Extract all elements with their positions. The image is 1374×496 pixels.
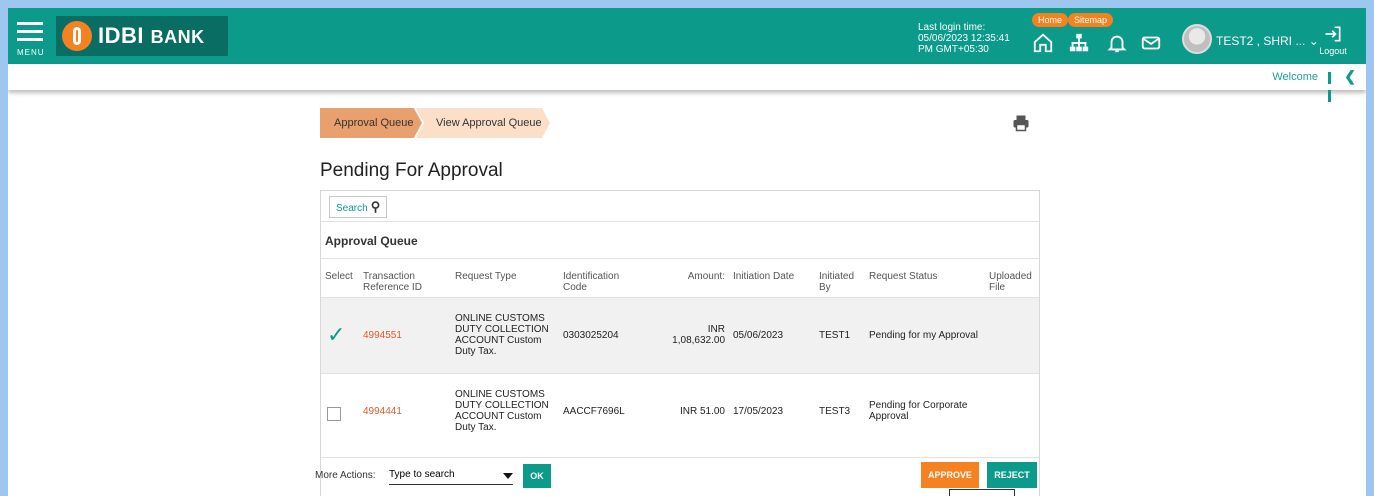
- search-button[interactable]: Search ⚲: [329, 196, 388, 218]
- uploaded-file: [985, 296, 1039, 373]
- initiated-by: TEST3: [815, 372, 865, 449]
- bell-icon[interactable]: [1106, 32, 1128, 54]
- table-header-row: Select Transaction Reference ID Request …: [321, 259, 1039, 297]
- menu-button[interactable]: MENU: [14, 14, 48, 58]
- logout-icon: [1325, 26, 1341, 42]
- col-initiated-by: Initiated By: [819, 271, 855, 293]
- breadcrumb-approval-queue[interactable]: Approval Queue: [320, 108, 422, 138]
- identification-code: AACCF7696L: [559, 372, 639, 449]
- amount-currency: INR: [707, 324, 725, 335]
- table-row[interactable]: 4994441 ONLINE CUSTOMS DUTY COLLECTION A…: [321, 372, 1039, 449]
- mail-icon[interactable]: [1140, 32, 1162, 54]
- hamburger-icon-bar: [17, 38, 43, 41]
- row-select[interactable]: [321, 372, 359, 449]
- home-icon[interactable]: [1032, 32, 1054, 54]
- initiation-date: 05/06/2023: [729, 296, 815, 373]
- page-title: Pending For Approval: [320, 160, 503, 181]
- col-type: Request Type: [455, 271, 517, 282]
- amount: INR 1,08,632.00: [639, 296, 729, 373]
- last-login-info: Last login time: 05/06/2023 12:35:41 PM …: [918, 22, 1010, 55]
- sitemap-pill[interactable]: Sitemap: [1068, 13, 1114, 27]
- col-status: Request Status: [869, 271, 938, 282]
- search-icon: ⚲: [370, 199, 381, 214]
- print-icon[interactable]: [1012, 114, 1030, 132]
- last-login-date: 05/06/2023 12:35:41: [918, 33, 1010, 44]
- sitemap-icon[interactable]: [1068, 32, 1090, 54]
- approve-button[interactable]: APPROVE: [921, 462, 979, 488]
- row-select[interactable]: ✓: [321, 296, 359, 373]
- user-name-text: TEST2 , SHRI ...: [1216, 34, 1306, 48]
- hamburger-icon-bar: [17, 30, 43, 33]
- row-checkbox[interactable]: [327, 406, 341, 421]
- amount-currency: INR: [679, 405, 698, 417]
- logo-text-main: IDBI: [98, 23, 144, 48]
- sub-header: Welcome ❮: [8, 64, 1366, 102]
- partial-element: [949, 489, 1015, 496]
- dropdown-caret-icon[interactable]: [503, 473, 513, 479]
- app-frame: MENU IDBI BANK Last login time: 05/06/20…: [8, 8, 1366, 496]
- search-label: Search: [336, 203, 368, 214]
- initiated-by: TEST1: [815, 296, 865, 373]
- amount: INR 51.00: [639, 372, 729, 449]
- approval-table: Select Transaction Reference ID Request …: [321, 259, 1039, 449]
- logo-text-sub: BANK: [150, 27, 205, 47]
- col-ref: Transaction Reference ID: [363, 271, 422, 293]
- idbi-logo[interactable]: IDBI BANK: [56, 16, 228, 56]
- ok-button[interactable]: OK: [523, 464, 551, 488]
- breadcrumb-view-approval-queue[interactable]: View Approval Queue: [416, 108, 550, 138]
- more-actions-label: More Actions:: [315, 470, 376, 481]
- logo-text: IDBI BANK: [98, 23, 205, 49]
- table-row[interactable]: ✓ 4994551 ONLINE CUSTOMS DUTY COLLECTION…: [321, 296, 1039, 373]
- transaction-ref-link[interactable]: 4994551: [363, 330, 402, 341]
- col-code: Identification Code: [563, 271, 620, 293]
- col-select: Select: [325, 271, 353, 282]
- request-type: ONLINE CUSTOMS DUTY COLLECTION ACCOUNT C…: [451, 372, 559, 449]
- request-status: Pending for my Approval: [865, 296, 985, 373]
- user-name-dropdown[interactable]: TEST2 , SHRI ... ⌄: [1216, 34, 1319, 48]
- initiation-date: 17/05/2023: [729, 372, 815, 449]
- home-pill[interactable]: Home: [1032, 13, 1069, 27]
- panel-footer: More Actions: Type to search OK APPROVE …: [315, 457, 1039, 496]
- more-actions-input[interactable]: Type to search: [389, 467, 513, 485]
- hamburger-icon: [17, 22, 43, 25]
- amount-value: 1,08,632.00: [672, 335, 725, 346]
- last-login-timezone: PM GMT+05:30: [918, 44, 989, 55]
- identification-code: 0303025204: [559, 296, 639, 373]
- reject-button[interactable]: REJECT: [987, 462, 1037, 488]
- chevron-left-icon[interactable]: ❮: [1344, 68, 1356, 85]
- welcome-text: Welcome: [1272, 71, 1318, 83]
- logo-mark-icon: [62, 21, 92, 51]
- col-amount: Amount:: [687, 271, 725, 282]
- pause-icon[interactable]: [1328, 71, 1338, 102]
- amount-value: 51.00: [699, 405, 725, 417]
- checkmark-icon[interactable]: ✓: [325, 322, 345, 347]
- approval-panel: Search ⚲ Approval Queue Select Transactio…: [315, 190, 1040, 496]
- col-date: Initiation Date: [733, 271, 795, 282]
- logout-button[interactable]: Logout: [1316, 24, 1350, 56]
- logout-label: Logout: [1319, 46, 1347, 56]
- menu-label: MENU: [17, 48, 45, 57]
- last-login-label: Last login time:: [918, 22, 986, 33]
- avatar[interactable]: [1182, 24, 1212, 54]
- section-title: Approval Queue: [321, 221, 1039, 259]
- transaction-ref-link[interactable]: 4994441: [363, 406, 402, 417]
- uploaded-file: [985, 372, 1039, 449]
- col-uploaded-file: Uploaded File: [989, 271, 1032, 293]
- top-header: MENU IDBI BANK Last login time: 05/06/20…: [8, 8, 1366, 64]
- request-type: ONLINE CUSTOMS DUTY COLLECTION ACCOUNT C…: [451, 296, 559, 373]
- request-status: Pending for Corporate Approval: [865, 372, 985, 449]
